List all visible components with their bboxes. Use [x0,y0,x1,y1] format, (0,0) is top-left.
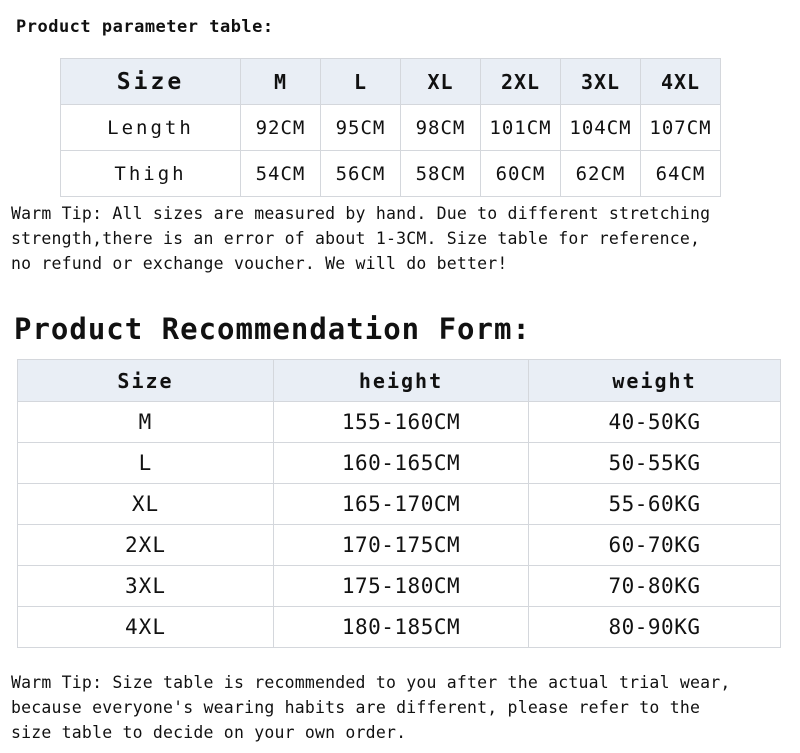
recommend-cell-height-4: 175-180CM [273,565,529,607]
recommend-cell-size-3: 2XL [17,524,274,566]
param-cell-thigh-l: 56CM [320,150,401,197]
recommend-cell-size-2: XL [17,483,274,525]
param-cell-length-xl: 98CM [400,104,481,151]
param-row-label-length: Length [60,104,241,151]
recommend-header-weight: weight [528,359,781,402]
param-cell-thigh-2xl: 60CM [480,150,561,197]
recommend-cell-height-5: 180-185CM [273,606,529,648]
param-header-3xl: 3XL [560,58,641,105]
recommend-cell-weight-3: 60-70KG [528,524,781,566]
recommend-cell-weight-4: 70-80KG [528,565,781,607]
param-header-m: M [240,58,321,105]
param-cell-length-4xl: 107CM [640,104,721,151]
recommend-cell-weight-2: 55-60KG [528,483,781,525]
param-cell-thigh-4xl: 64CM [640,150,721,197]
recommend-cell-weight-1: 50-55KG [528,442,781,484]
param-header-4xl: 4XL [640,58,721,105]
recommend-cell-size-0: M [17,401,274,443]
param-cell-thigh-3xl: 62CM [560,150,641,197]
table-row: Thigh 54CM 56CM 58CM 60CM 62CM 64CM [60,150,721,197]
param-cell-thigh-m: 54CM [240,150,321,197]
table-row: Length 92CM 95CM 98CM 101CM 104CM 107CM [60,104,721,151]
table-row: 4XL 180-185CM 80-90KG [17,606,781,648]
param-cell-length-3xl: 104CM [560,104,641,151]
param-cell-length-2xl: 101CM [480,104,561,151]
recommend-cell-size-1: L [17,442,274,484]
recommend-header-size: Size [17,359,274,402]
table-row: M 155-160CM 40-50KG [17,401,781,443]
param-header-size: Size [60,58,241,105]
recommend-cell-height-3: 170-175CM [273,524,529,566]
recommendation-section-title: Product Recommendation Form: [14,312,531,346]
product-recommendation-table: Size height weight M 155-160CM 40-50KG L… [17,359,781,648]
table-header-row: Size height weight [17,359,781,402]
product-parameter-table: Size M L XL 2XL 3XL 4XL Length 92CM 95CM… [60,58,721,197]
recommend-cell-weight-5: 80-90KG [528,606,781,648]
recommend-cell-weight-0: 40-50KG [528,401,781,443]
recommend-cell-size-5: 4XL [17,606,274,648]
param-header-xl: XL [400,58,481,105]
param-cell-length-m: 92CM [240,104,321,151]
table-row: 3XL 175-180CM 70-80KG [17,565,781,607]
table-header-row: Size M L XL 2XL 3XL 4XL [60,58,721,105]
table-row: 2XL 170-175CM 60-70KG [17,524,781,566]
recommend-cell-height-1: 160-165CM [273,442,529,484]
recommend-cell-height-0: 155-160CM [273,401,529,443]
param-header-2xl: 2XL [480,58,561,105]
recommend-header-height: height [273,359,529,402]
param-cell-thigh-xl: 58CM [400,150,481,197]
warm-tip-measurement: Warm Tip: All sizes are measured by hand… [11,204,711,273]
recommend-cell-height-2: 165-170CM [273,483,529,525]
warm-tip-recommendation: Warm Tip: Size table is recommended to y… [11,673,731,742]
table-row: L 160-165CM 50-55KG [17,442,781,484]
parameter-section-title: Product parameter table: [16,17,274,37]
param-row-label-thigh: Thigh [60,150,241,197]
table-row: XL 165-170CM 55-60KG [17,483,781,525]
param-header-l: L [320,58,401,105]
param-cell-length-l: 95CM [320,104,401,151]
recommend-cell-size-4: 3XL [17,565,274,607]
